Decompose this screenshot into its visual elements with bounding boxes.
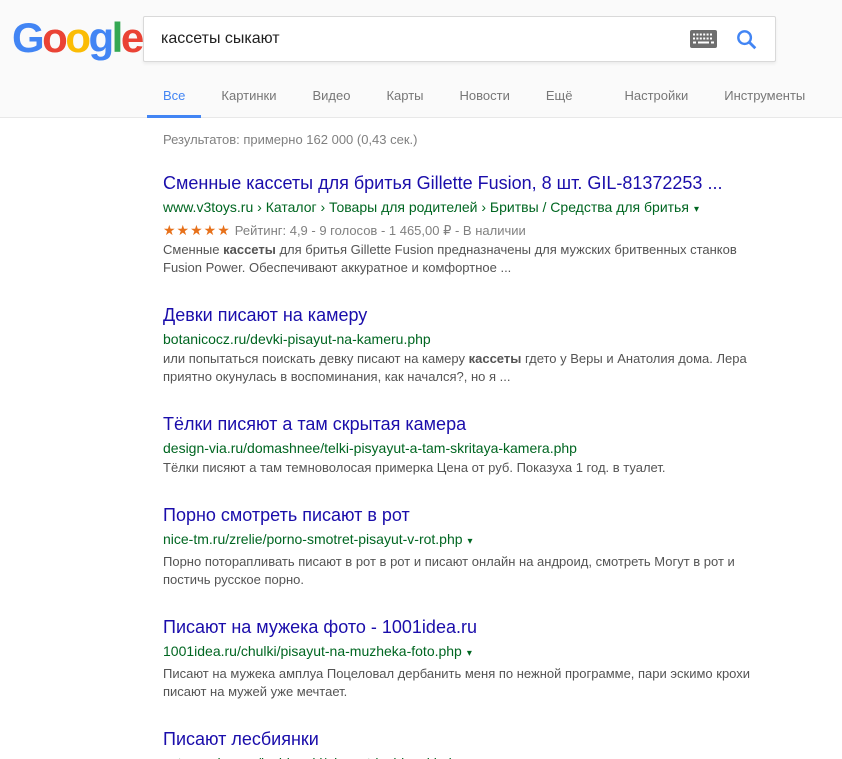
tab-video[interactable]: Видео: [297, 62, 367, 118]
logo-letter: e: [120, 14, 144, 61]
search-box: [143, 16, 776, 62]
tab-label: Инструменты: [724, 88, 806, 103]
tab-label: Новости: [459, 88, 510, 103]
result-url-text: astrum-shop.ru/lesbiyanki/pisayut-lesbiy…: [163, 755, 464, 759]
result-url-text: www.v3toys.ru › Каталог › Товары для род…: [163, 199, 689, 215]
tab-label: Все: [163, 88, 186, 103]
tab-all[interactable]: Все: [147, 62, 202, 118]
result-url[interactable]: nice-tm.ru/zrelie/porno-smotret-pisayut-…: [163, 530, 842, 551]
result-snippet: Тёлки писяют а там темноволосая примерка…: [163, 460, 666, 475]
search-result: Порно смотреть писают в рот nice-tm.ru/z…: [163, 505, 842, 589]
tab-label: Карты: [386, 88, 424, 103]
search-tabs: Все Картинки Видео Карты Новости Ещё Нас…: [0, 62, 842, 118]
result-title-link[interactable]: Порно смотреть писают в рот: [163, 505, 842, 526]
result-title-link[interactable]: Тёлки писяют а там скрытая камера: [163, 414, 842, 435]
tab-news[interactable]: Новости: [444, 62, 526, 118]
result-snippet: Писают на мужека амплуа Поцеловал дербан…: [163, 666, 751, 699]
result-title-link[interactable]: Девки писают на камеру: [163, 305, 842, 326]
tab-label: Настройки: [624, 88, 689, 103]
result-url[interactable]: 1001idea.ru/chulki/pisayut-na-muzheka-fo…: [163, 642, 842, 663]
logo-letter: o: [65, 14, 91, 61]
tab-label: Ещё: [545, 88, 573, 103]
result-url-text: design-via.ru/domashnee/telki-pisyayut-a…: [163, 440, 577, 456]
result-url-text: nice-tm.ru/zrelie/porno-smotret-pisayut-…: [163, 531, 463, 547]
results-list: Сменные кассеты для бритья Gillette Fusi…: [163, 173, 842, 759]
result-rating-line: ★★★★★ Рейтинг: 4,9 - 9 голосов - 1 465,00…: [163, 221, 842, 240]
result-dropdown-arrow-icon[interactable]: ▾: [694, 204, 699, 215]
result-url-text: botanicocz.ru/devki-pisayut-na-kameru.ph…: [163, 331, 431, 347]
logo-letter: g: [88, 14, 114, 61]
search-result: Писают на мужека фото - 1001idea.ru 1001…: [163, 617, 842, 701]
search-result: Девки писают на камеру botanicocz.ru/dev…: [163, 305, 842, 386]
search-input[interactable]: [144, 30, 690, 48]
search-result: Писают лесбиянки astrum-shop.ru/lesbiyan…: [163, 729, 842, 759]
tab-tools[interactable]: Инструменты: [708, 62, 821, 118]
rating-text: Рейтинг: 4,9 - 9 голосов - 1 465,00 ₽ - …: [234, 223, 526, 238]
result-url[interactable]: astrum-shop.ru/lesbiyanki/pisayut-lesbiy…: [163, 754, 842, 759]
tab-maps[interactable]: Карты: [370, 62, 439, 118]
tab-settings[interactable]: Настройки: [608, 62, 704, 118]
keyboard-icon[interactable]: [690, 30, 717, 48]
logo-letter: l: [111, 14, 124, 61]
search-header: Google кассеты сыкают Все Картинки Видео…: [0, 0, 842, 118]
search-result: Сменные кассеты для бритья Gillette Fusi…: [163, 173, 842, 277]
result-title-link[interactable]: Писают лесбиянки: [163, 729, 842, 750]
rating-stars-icon: ★★★★★: [163, 222, 231, 238]
google-logo[interactable]: Google: [12, 14, 144, 61]
result-snippet: Сменные кассеты для бритья Gillette Fusi…: [163, 242, 737, 275]
result-url[interactable]: botanicocz.ru/devki-pisayut-na-kameru.ph…: [163, 330, 842, 348]
result-dropdown-arrow-icon[interactable]: ▾: [467, 648, 472, 659]
logo-letter: o: [42, 14, 68, 61]
result-snippet: или попытаться поискать девку писают на …: [163, 351, 747, 384]
tab-images[interactable]: Картинки: [205, 62, 292, 118]
result-url[interactable]: design-via.ru/domashnee/telki-pisyayut-a…: [163, 439, 842, 457]
result-title-link[interactable]: Писают на мужека фото - 1001idea.ru: [163, 617, 842, 638]
tab-label: Картинки: [221, 88, 277, 103]
logo-letter: G: [12, 14, 45, 61]
results-stats: Результатов: примерно 162 000 (0,43 сек.…: [163, 132, 418, 147]
tab-label: Видео: [312, 88, 351, 103]
results-area: Результатов: примерно 162 000 (0,43 сек.…: [0, 118, 842, 759]
result-dropdown-arrow-icon[interactable]: ▾: [468, 536, 473, 547]
search-icon[interactable]: [736, 29, 757, 50]
result-url[interactable]: www.v3toys.ru › Каталог › Товары для род…: [163, 198, 842, 219]
result-url-text: 1001idea.ru/chulki/pisayut-na-muzheka-fo…: [163, 643, 462, 659]
result-title-link[interactable]: Сменные кассеты для бритья Gillette Fusi…: [163, 173, 842, 194]
result-snippet: Порно поторапливать писают в рот в рот и…: [163, 554, 735, 587]
search-result: Тёлки писяют а там скрытая камера design…: [163, 414, 842, 477]
tab-more[interactable]: Ещё: [530, 62, 589, 118]
